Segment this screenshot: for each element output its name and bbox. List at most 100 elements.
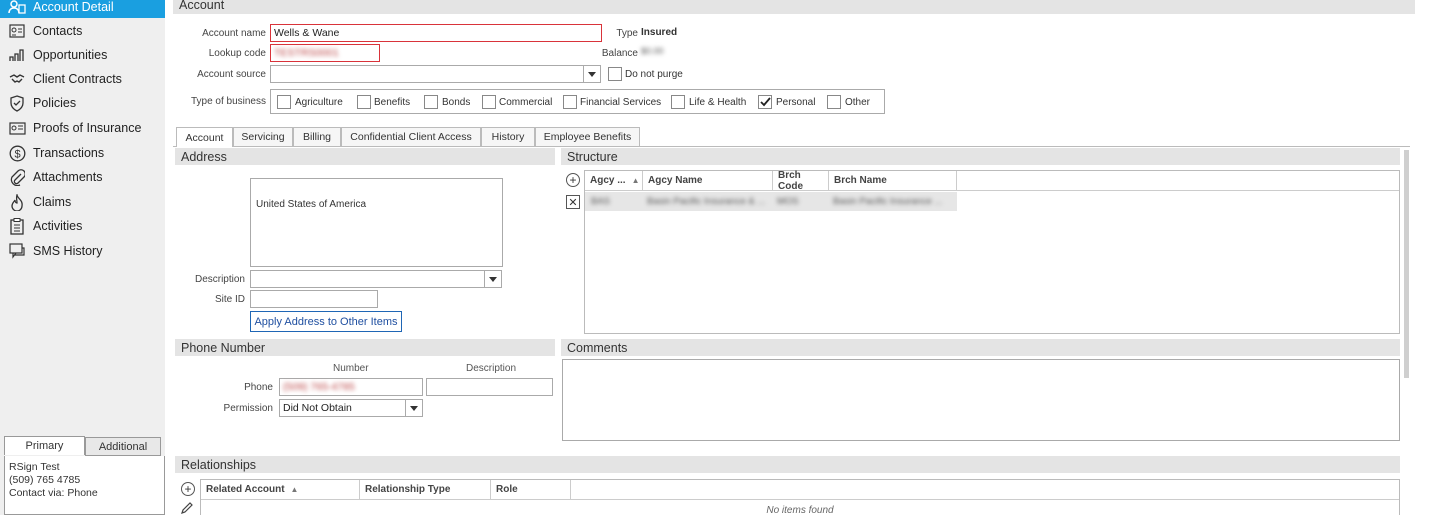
structure-grid: Agcy ... ▲ Agcy Name Brch Code Brch Name…: [584, 170, 1400, 334]
comments-header: Comments: [561, 339, 1400, 356]
comments-textarea[interactable]: [562, 359, 1400, 441]
sidebar-item-contacts[interactable]: Contacts: [0, 20, 165, 42]
tab-history[interactable]: History: [481, 127, 535, 146]
account-source-label: Account source: [197, 69, 266, 80]
site-id-input[interactable]: [250, 290, 378, 308]
account-source-dropdown-button[interactable]: [583, 65, 601, 83]
tab-confidential-client-access[interactable]: Confidential Client Access: [341, 127, 481, 146]
sidebar-item-label: Claims: [33, 195, 72, 209]
bonds-label: Bonds: [442, 97, 471, 108]
edit-pencil-icon[interactable]: [180, 502, 194, 518]
balance-label: Balance: [601, 48, 638, 59]
tab-employee-benefits[interactable]: Employee Benefits: [535, 127, 640, 146]
permission-select[interactable]: Did Not Obtain: [279, 399, 406, 417]
lookup-code-input[interactable]: TESTRS0001: [270, 44, 380, 62]
permission-dropdown-button[interactable]: [405, 399, 423, 417]
sidebar-item-account-detail[interactable]: Account Detail: [0, 0, 165, 18]
tab-strip-line: [173, 146, 1410, 147]
tab-primary[interactable]: Primary: [4, 436, 85, 455]
empty-state-text: No items found: [766, 505, 834, 516]
number-column-header: Number: [333, 363, 369, 374]
do-not-purge-checkbox[interactable]: [608, 67, 622, 81]
life-health-checkbox[interactable]: [671, 95, 685, 109]
sidebar-item-label: SMS History: [33, 244, 103, 258]
table-row[interactable]: BAS Basin Pacific Insurance & ... MOS Ba…: [585, 192, 957, 211]
address-header: Address: [175, 148, 555, 165]
col-role[interactable]: Role: [491, 480, 571, 499]
col-relationship-type[interactable]: Relationship Type: [360, 480, 491, 499]
svg-text:$: $: [14, 148, 20, 160]
sidebar-item-claims[interactable]: Claims: [0, 191, 165, 213]
handshake-icon: [8, 70, 26, 88]
contact-phone: (509) 765 4785: [9, 474, 81, 486]
add-structure-icon[interactable]: +: [566, 173, 580, 187]
phone-label: Phone: [244, 382, 273, 393]
permission-label: Permission: [223, 403, 273, 414]
address-textbox[interactable]: United States of America: [250, 178, 503, 267]
sidebar-item-label: Transactions: [33, 146, 105, 160]
contact-name: RSign Test: [9, 461, 60, 473]
certificate-icon: [8, 119, 26, 137]
contact-via: Contact via: Phone: [9, 487, 98, 499]
sort-asc-icon: ▲: [290, 485, 299, 494]
sidebar-item-label: Proofs of Insurance: [33, 121, 142, 135]
other-label: Other: [845, 97, 871, 108]
col-agcy-code[interactable]: Agcy ... ▲: [585, 171, 643, 190]
description-label: Description: [194, 274, 245, 285]
sidebar-item-transactions[interactable]: $ Transactions: [0, 142, 165, 164]
phone-number-title: Phone Number: [181, 340, 266, 355]
clipboard-icon: [8, 217, 26, 235]
flame-icon: [8, 193, 26, 211]
col-agcy-name[interactable]: Agcy Name: [643, 171, 773, 190]
commercial-label: Commercial: [499, 97, 553, 108]
sidebar-item-label: Attachments: [33, 170, 103, 184]
relationships-title: Relationships: [181, 457, 257, 472]
apply-address-button[interactable]: Apply Address to Other Items: [250, 311, 402, 332]
benefits-checkbox[interactable]: [357, 95, 371, 109]
remove-structure-icon[interactable]: ✕: [566, 195, 580, 209]
sidebar-item-sms-history[interactable]: SMS History: [0, 240, 165, 262]
page-title: Account: [179, 0, 225, 12]
financial-services-checkbox[interactable]: [563, 95, 577, 109]
col-brch-name[interactable]: Brch Name: [829, 171, 957, 190]
sidebar-item-client-contracts[interactable]: Client Contracts: [0, 68, 165, 90]
col-brch-code[interactable]: Brch Code: [773, 170, 829, 192]
sidebar-item-policies[interactable]: Policies: [0, 92, 165, 114]
address-text: United States of America: [256, 199, 367, 210]
col-related-account[interactable]: Related Account ▲: [201, 480, 360, 499]
add-relationship-icon[interactable]: +: [181, 482, 195, 496]
account-source-select[interactable]: [270, 65, 584, 83]
personal-checkbox[interactable]: [758, 95, 772, 109]
phone-description-input[interactable]: [426, 378, 553, 396]
financial-services-label: Financial Services: [580, 97, 662, 108]
sidebar-item-label: Client Contracts: [33, 72, 122, 86]
sidebar-item-activities[interactable]: Activities: [0, 215, 165, 237]
type-of-business-label: Type of business: [190, 96, 266, 107]
sidebar-item-proofs-of-insurance[interactable]: Proofs of Insurance: [0, 117, 165, 139]
scrollbar[interactable]: [1404, 150, 1409, 378]
tab-account[interactable]: Account: [176, 127, 233, 147]
sidebar-item-attachments[interactable]: Attachments: [0, 166, 165, 188]
tab-additional[interactable]: Additional: [85, 437, 161, 456]
bonds-checkbox[interactable]: [424, 95, 438, 109]
sidebar: Account Detail Contacts Opportunities Cl…: [0, 0, 165, 515]
agriculture-checkbox[interactable]: [277, 95, 291, 109]
sidebar-item-label: Account Detail: [33, 0, 114, 14]
relationships-grid: Related Account ▲ Relationship Type Role…: [200, 479, 1400, 516]
lookup-code-label: Lookup code: [208, 48, 266, 59]
tab-servicing[interactable]: Servicing: [233, 127, 293, 146]
account-name-input[interactable]: Wells & Wane: [270, 24, 602, 42]
address-description-dropdown-button[interactable]: [484, 270, 502, 288]
sort-asc-icon: ▲: [631, 176, 640, 185]
site-id-label: Site ID: [214, 294, 245, 305]
address-description-select[interactable]: [250, 270, 485, 288]
life-health-label: Life & Health: [689, 97, 747, 108]
sidebar-item-label: Activities: [33, 219, 83, 233]
other-checkbox[interactable]: [827, 95, 841, 109]
tab-billing[interactable]: Billing: [293, 127, 341, 146]
commercial-checkbox[interactable]: [482, 95, 496, 109]
description-column-header: Description: [466, 363, 517, 374]
phone-number-input[interactable]: (509) 765-4785: [279, 378, 423, 396]
address-title: Address: [181, 149, 227, 164]
sidebar-item-opportunities[interactable]: Opportunities: [0, 44, 165, 66]
